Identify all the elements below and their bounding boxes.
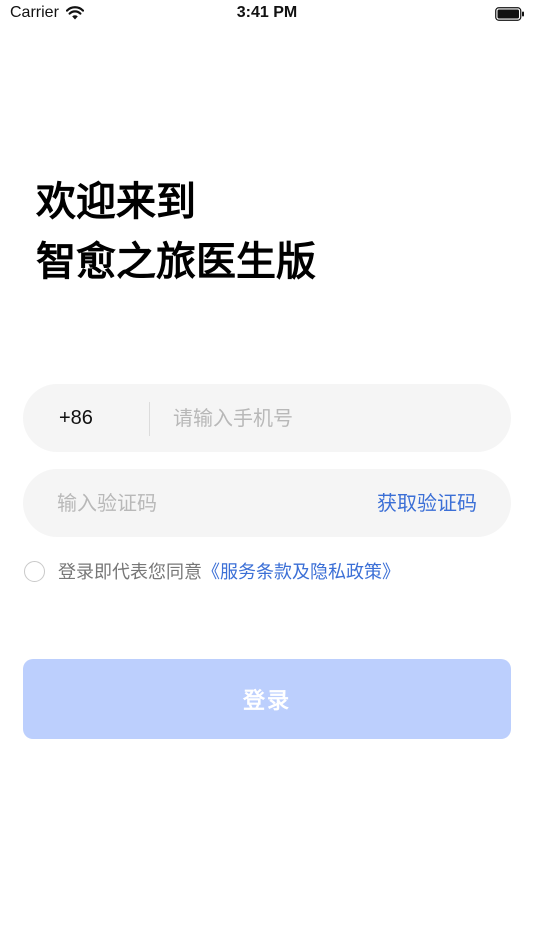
agreement-text: 登录即代表您同意 xyxy=(58,562,202,583)
agreement-checkbox[interactable] xyxy=(24,560,45,582)
phone-field[interactable]: +86 xyxy=(23,384,511,452)
verification-code-input[interactable] xyxy=(57,469,357,537)
welcome-heading: 欢迎来到 智愈之旅医生版 xyxy=(36,172,316,292)
status-time: 3:41 PM xyxy=(236,4,298,21)
welcome-line-2: 智愈之旅医生版 xyxy=(36,239,316,285)
welcome-line-1: 欢迎来到 xyxy=(36,179,196,225)
phone-input[interactable] xyxy=(173,384,493,452)
login-button[interactable]: 登录 xyxy=(23,659,511,739)
phone-field-divider xyxy=(149,402,150,436)
status-bar: Carrier 3:41 PM xyxy=(0,0,534,30)
agreement-row: 登录即代表您同意 《服务条款及隐私政策》 xyxy=(24,558,400,584)
verification-code-field[interactable]: 获取验证码 xyxy=(23,469,511,537)
get-code-button[interactable]: 获取验证码 xyxy=(377,469,477,537)
country-code-prefix[interactable]: +86 xyxy=(59,384,93,452)
battery-icon xyxy=(495,7,524,21)
terms-privacy-link[interactable]: 《服务条款及隐私政策》 xyxy=(202,558,400,584)
